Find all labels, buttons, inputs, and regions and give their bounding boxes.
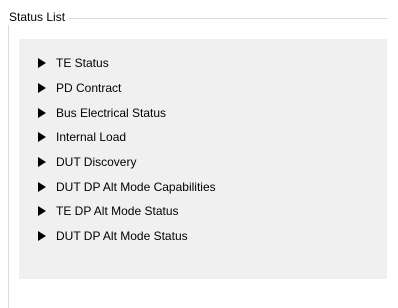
list-item-te-dp-alt-mode-status[interactable]: TE DP Alt Mode Status: [36, 199, 216, 224]
status-list-panel: TE Status PD Contract Bus Electrical Sta…: [19, 39, 387, 279]
list-item-label: PD Contract: [56, 81, 122, 96]
list-item-label: Internal Load: [56, 130, 127, 145]
list-item-te-status[interactable]: TE Status: [36, 51, 216, 76]
expand-arrow-icon[interactable]: [38, 83, 46, 94]
list-item-bus-electrical-status[interactable]: Bus Electrical Status: [36, 100, 216, 125]
list-item-internal-load[interactable]: Internal Load: [36, 125, 216, 150]
expand-arrow-icon[interactable]: [38, 157, 46, 168]
expand-arrow-icon[interactable]: [38, 132, 46, 143]
list-item-label: TE Status: [56, 56, 109, 71]
list-item-dut-discovery[interactable]: DUT Discovery: [36, 150, 216, 175]
list-item-label: DUT DP Alt Mode Capabilities: [56, 179, 216, 194]
expand-arrow-icon[interactable]: [38, 58, 46, 69]
list-item-label: DUT DP Alt Mode Status: [56, 229, 188, 244]
list-item-pd-contract[interactable]: PD Contract: [36, 76, 216, 101]
list-item-label: TE DP Alt Mode Status: [56, 204, 179, 219]
status-list: TE Status PD Contract Bus Electrical Sta…: [36, 51, 216, 249]
group-title: Status List: [8, 9, 69, 25]
list-item-dut-dp-alt-mode-capabilities[interactable]: DUT DP Alt Mode Capabilities: [36, 174, 216, 199]
list-item-label: Bus Electrical Status: [56, 105, 167, 120]
expand-arrow-icon[interactable]: [38, 206, 46, 217]
expand-arrow-icon[interactable]: [38, 107, 46, 118]
expand-arrow-icon[interactable]: [38, 181, 46, 192]
list-item-label: DUT Discovery: [56, 155, 137, 170]
list-item-dut-dp-alt-mode-status[interactable]: DUT DP Alt Mode Status: [36, 224, 216, 249]
expand-arrow-icon[interactable]: [38, 231, 46, 242]
